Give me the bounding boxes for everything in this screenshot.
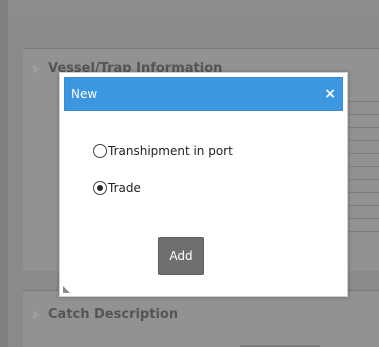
radio-transhipment-in-port[interactable]: Transhipment in port (93, 144, 233, 158)
close-icon[interactable]: × (324, 85, 336, 103)
radio-label-transhipment-in-port: Transhipment in port (108, 144, 233, 158)
dialog-title: New (71, 87, 98, 101)
background-field-lines (349, 101, 379, 244)
dialog-header[interactable]: New × (64, 77, 343, 111)
background-top-bar (8, 0, 379, 18)
catch-description-header[interactable]: Catch Description (33, 307, 178, 322)
add-button[interactable]: Add (158, 237, 204, 275)
catch-description-section: Catch Description (23, 290, 379, 347)
page: Vessel/Trap Information Catch Descriptio… (0, 0, 379, 347)
radio-button-checked-icon[interactable] (93, 181, 107, 195)
triangle-right-icon (33, 309, 40, 320)
radio-label-trade: Trade (108, 181, 141, 195)
resize-grip-icon[interactable] (63, 286, 70, 293)
radio-button-icon[interactable] (93, 144, 107, 158)
triangle-right-icon (33, 63, 40, 74)
catch-description-title: Catch Description (48, 307, 179, 322)
new-dialog: New × Transhipment in port Trade Add (59, 72, 348, 297)
radio-trade[interactable]: Trade (93, 181, 141, 195)
